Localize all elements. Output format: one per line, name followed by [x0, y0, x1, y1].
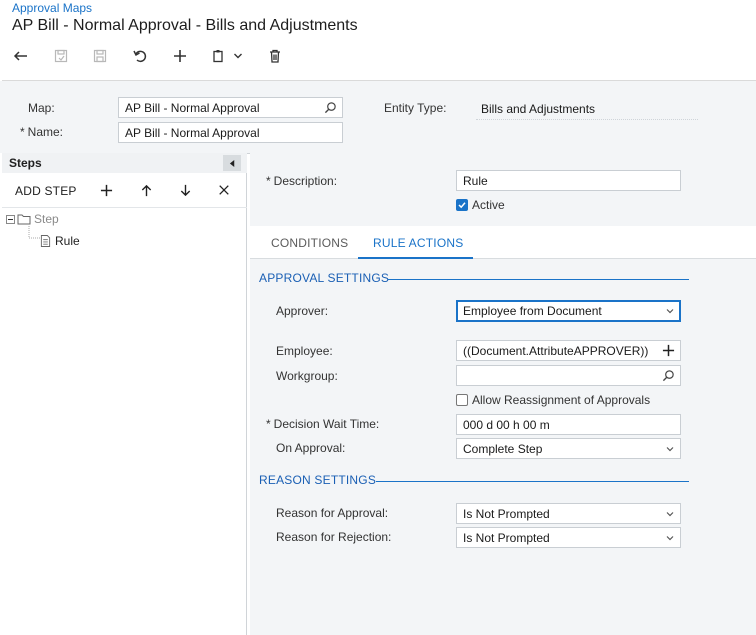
- on-approval-select[interactable]: Complete Step: [456, 438, 681, 459]
- chevron-down-icon: [666, 447, 674, 452]
- close-icon: [219, 185, 229, 195]
- entity-type-underline: [476, 119, 698, 120]
- tree-node-label: Rule: [55, 234, 80, 248]
- add-step-button[interactable]: ADD STEP: [15, 184, 77, 198]
- plus-icon: [100, 184, 112, 196]
- move-up-button[interactable]: [137, 181, 155, 199]
- entity-type-value: Bills and Adjustments: [481, 102, 596, 116]
- undo-button[interactable]: [129, 45, 151, 67]
- on-approval-value: Complete Step: [463, 442, 543, 456]
- approver-value: Employee from Document: [463, 304, 602, 318]
- name-value: AP Bill - Normal Approval: [125, 126, 260, 140]
- tree-node-step[interactable]: Step: [6, 212, 59, 226]
- approver-label: Approver:: [276, 304, 329, 318]
- delete-button[interactable]: [264, 45, 286, 67]
- chevron-down-icon: [666, 536, 674, 541]
- search-icon[interactable]: [662, 369, 675, 382]
- reason-rejection-value: Is Not Prompted: [463, 531, 550, 545]
- copy-paste-icon: [213, 50, 223, 63]
- chevron-down-icon: [666, 512, 674, 517]
- plus-icon[interactable]: [662, 344, 675, 357]
- save-button[interactable]: [89, 45, 111, 67]
- tree-node-rule[interactable]: Rule: [40, 234, 80, 248]
- steps-title: Steps: [9, 156, 42, 170]
- delete-icon: [270, 49, 280, 63]
- decision-wait-label: * Decision Wait Time:: [266, 417, 380, 431]
- required-marker: *: [266, 417, 271, 431]
- employee-value: ((Document.AttributeAPPROVER)): [463, 344, 649, 358]
- tab-rule-actions[interactable]: RULE ACTIONS: [373, 236, 463, 250]
- required-marker: *: [266, 174, 271, 188]
- decision-wait-value: 000 d 00 h 00 m: [463, 418, 550, 432]
- reason-approval-label: Reason for Approval:: [276, 506, 389, 520]
- name-field[interactable]: AP Bill - Normal Approval: [118, 122, 343, 143]
- active-checkbox[interactable]: [456, 199, 468, 211]
- reason-approval-select[interactable]: Is Not Prompted: [456, 503, 681, 524]
- rule-details-panel: * Description: Rule Active CONDITIONS RUL…: [250, 153, 756, 635]
- on-approval-label: On Approval:: [276, 441, 346, 455]
- tab-conditions[interactable]: CONDITIONS: [271, 236, 348, 250]
- back-icon: [13, 51, 27, 61]
- allow-reassignment-checkbox[interactable]: [456, 394, 468, 406]
- summary-form: Map: AP Bill - Normal Approval * Name: AP…: [0, 81, 756, 153]
- add-row-button[interactable]: [97, 181, 115, 199]
- approver-select[interactable]: Employee from Document: [456, 300, 681, 322]
- entity-type-label: Entity Type:: [384, 101, 447, 115]
- description-field[interactable]: Rule: [456, 170, 681, 191]
- employee-field[interactable]: ((Document.AttributeAPPROVER)): [456, 340, 681, 361]
- approval-settings-title: APPROVAL SETTINGS: [259, 271, 390, 285]
- document-icon: [40, 235, 51, 247]
- undo-icon: [133, 50, 147, 63]
- section-divider: [388, 279, 689, 280]
- steps-toolbar: ADD STEP: [2, 174, 247, 208]
- move-down-button[interactable]: [176, 181, 194, 199]
- employee-label: Employee:: [276, 344, 333, 358]
- workgroup-label: Workgroup:: [276, 369, 338, 383]
- add-icon: [174, 50, 186, 62]
- reason-rejection-select[interactable]: Is Not Prompted: [456, 527, 681, 548]
- description-label: * Description:: [266, 174, 338, 188]
- collapse-left-icon: [229, 159, 234, 167]
- map-label: Map:: [28, 101, 55, 115]
- map-selector[interactable]: AP Bill - Normal Approval: [118, 97, 343, 118]
- description-value: Rule: [463, 174, 488, 188]
- collapse-button[interactable]: [223, 155, 241, 171]
- delete-row-button[interactable]: [215, 181, 233, 199]
- tab-bar: CONDITIONS RULE ACTIONS: [250, 226, 756, 259]
- folder-icon: [17, 214, 31, 225]
- arrow-down-icon: [180, 184, 190, 196]
- search-icon[interactable]: [324, 101, 337, 114]
- collapse-tree-icon[interactable]: [6, 214, 15, 224]
- name-label: * Name:: [20, 125, 64, 139]
- checkmark-icon: [458, 202, 466, 209]
- section-divider: [376, 481, 689, 482]
- tree-node-label: Step: [34, 212, 59, 226]
- workgroup-selector[interactable]: [456, 365, 681, 386]
- breadcrumb[interactable]: Approval Maps: [12, 1, 92, 15]
- save-close-icon: [54, 49, 68, 63]
- chevron-down-icon: [234, 53, 242, 59]
- page-title: AP Bill - Normal Approval - Bills and Ad…: [12, 17, 358, 34]
- copy-paste-button[interactable]: [207, 45, 247, 67]
- allow-reassignment-label: Allow Reassignment of Approvals: [472, 393, 651, 407]
- reason-settings-title: REASON SETTINGS: [259, 473, 377, 487]
- active-tab-indicator: [358, 257, 473, 259]
- reason-approval-value: Is Not Prompted: [463, 507, 550, 521]
- arrow-up-icon: [141, 184, 151, 196]
- map-value: AP Bill - Normal Approval: [125, 101, 260, 115]
- active-label: Active: [472, 198, 505, 212]
- steps-panel: Steps ADD STEP Step Rule: [2, 153, 247, 635]
- decision-wait-field[interactable]: 000 d 00 h 00 m: [456, 414, 681, 435]
- add-button[interactable]: [169, 45, 191, 67]
- save-icon: [93, 49, 107, 63]
- back-button[interactable]: [10, 45, 32, 67]
- save-close-button[interactable]: [50, 45, 72, 67]
- chevron-down-icon: [666, 309, 674, 314]
- reason-rejection-label: Reason for Rejection:: [276, 530, 392, 544]
- steps-header: Steps: [2, 153, 247, 173]
- required-marker: *: [20, 125, 25, 139]
